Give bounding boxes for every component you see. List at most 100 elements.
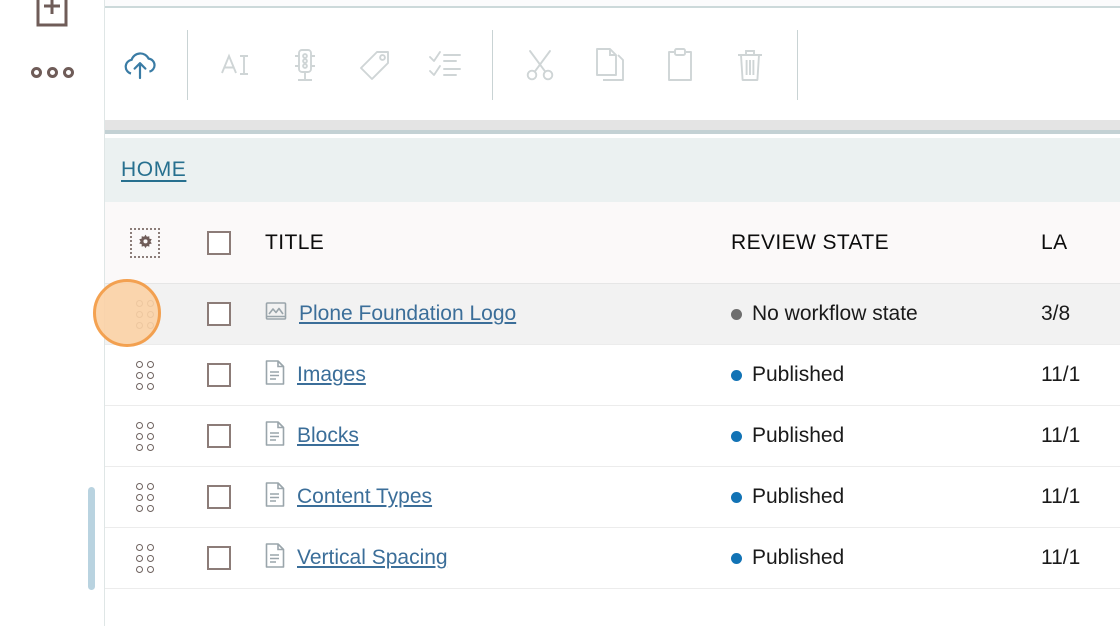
- column-header-title-cell: TITLE: [253, 231, 731, 255]
- row-last-modified: 11/1: [1041, 424, 1081, 447]
- select-all-cell: [185, 230, 253, 255]
- row-review-state: Published: [752, 424, 845, 447]
- toolbar-separator-2: [492, 30, 493, 100]
- toolbar-delete-button[interactable]: [715, 10, 785, 120]
- app-window: HOME TITLE REVIEW STATE LA Plone Foundat…: [0, 0, 1120, 626]
- drag-handle-icon: [136, 482, 154, 512]
- table-row[interactable]: Plone Foundation Logo No workflow state 3/…: [105, 284, 1120, 345]
- row-last-modified: 3/8: [1041, 302, 1071, 325]
- row-checkbox[interactable]: [207, 485, 231, 509]
- row-drag-handle[interactable]: [105, 360, 185, 390]
- row-review-state: Published: [752, 363, 845, 386]
- top-divider-strip: [105, 0, 1120, 8]
- status-badge-dot: [731, 430, 742, 442]
- row-checkbox[interactable]: [207, 302, 231, 326]
- copy-icon: [596, 48, 624, 81]
- traffic-light-icon: [295, 49, 315, 81]
- row-review-state-cell: Published: [731, 546, 1041, 570]
- status-badge-dot: [731, 552, 742, 564]
- table-bottom-area: [105, 593, 1120, 626]
- document-file-icon-wrap: [265, 421, 285, 451]
- row-checkbox[interactable]: [207, 546, 231, 570]
- column-settings-cell: [105, 227, 185, 258]
- table-body: Plone Foundation Logo No workflow state 3/…: [105, 284, 1120, 589]
- row-last-modified-cell: 11/1: [1041, 485, 1120, 509]
- trash-icon: [738, 50, 762, 81]
- row-title-cell: Images: [253, 360, 731, 390]
- action-toolbar: [105, 10, 1120, 120]
- table-row[interactable]: Images Published 11/1: [105, 345, 1120, 406]
- row-last-modified-cell: 11/1: [1041, 363, 1120, 387]
- row-title-link[interactable]: Content Types: [297, 485, 432, 509]
- select-all-checkbox[interactable]: [207, 230, 231, 255]
- upload-cloud-icon: [124, 52, 156, 80]
- more-horizontal-icon: [30, 66, 74, 78]
- row-review-state: Published: [752, 485, 845, 508]
- toolbar-paste-button[interactable]: [645, 10, 715, 120]
- scissors-icon: [526, 50, 554, 81]
- document-file-icon-wrap: [265, 360, 285, 390]
- vertical-scrollbar[interactable]: [88, 487, 95, 590]
- row-title-link[interactable]: Vertical Spacing: [297, 546, 448, 570]
- column-header-last-modified-cell: LA: [1041, 231, 1120, 255]
- tag-icon: [360, 51, 389, 80]
- drag-handle-icon: [136, 360, 154, 390]
- content-pane: HOME TITLE REVIEW STATE LA Plone Foundat…: [104, 0, 1120, 626]
- row-drag-handle[interactable]: [105, 482, 185, 512]
- toolbar-rename-button[interactable]: [200, 10, 270, 120]
- table-row[interactable]: Content Types Published 11/1: [105, 467, 1120, 528]
- table-settings-button[interactable]: [130, 227, 160, 258]
- column-header-last-modified: LA: [1041, 230, 1068, 254]
- content-table: TITLE REVIEW STATE LA Plone Foundation L…: [105, 202, 1120, 589]
- row-select-cell: [185, 546, 253, 570]
- add-new-item-button[interactable]: [26, 0, 78, 28]
- row-last-modified: 11/1: [1041, 363, 1081, 386]
- toolbar-copy-button[interactable]: [575, 10, 645, 120]
- table-row[interactable]: Vertical Spacing Published 11/1: [105, 528, 1120, 589]
- row-drag-handle[interactable]: [105, 543, 185, 573]
- toolbar-workflow-state-button[interactable]: [270, 10, 340, 120]
- checklist-icon: [429, 51, 461, 76]
- row-last-modified-cell: 3/8: [1041, 302, 1120, 326]
- toolbar-separator-1: [187, 30, 188, 100]
- row-title-link[interactable]: Blocks: [297, 424, 359, 448]
- rename-icon: [221, 53, 248, 75]
- row-review-state: No workflow state: [752, 302, 918, 325]
- row-title-cell: Content Types: [253, 482, 731, 512]
- document-file-icon: [265, 360, 285, 385]
- row-select-cell: [185, 363, 253, 387]
- row-title-cell: Blocks: [253, 421, 731, 451]
- row-drag-handle[interactable]: [105, 299, 185, 329]
- document-file-icon-wrap: [265, 543, 285, 573]
- row-select-cell: [185, 302, 253, 326]
- row-last-modified-cell: 11/1: [1041, 546, 1120, 570]
- toolbar-bottom-strip: [105, 120, 1120, 134]
- document-file-icon: [265, 543, 285, 568]
- table-row[interactable]: Blocks Published 11/1: [105, 406, 1120, 467]
- toolbar-properties-button[interactable]: [410, 10, 480, 120]
- row-review-state-cell: Published: [731, 424, 1041, 448]
- status-badge-dot: [731, 308, 742, 320]
- breadcrumb-item-home[interactable]: HOME: [121, 158, 186, 182]
- document-file-icon-wrap: [265, 482, 285, 512]
- toolbar-tags-button[interactable]: [340, 10, 410, 120]
- toolbar-cut-button[interactable]: [505, 10, 575, 120]
- row-title-link[interactable]: Images: [297, 363, 366, 387]
- row-title-link[interactable]: Plone Foundation Logo: [299, 302, 516, 326]
- row-checkbox[interactable]: [207, 363, 231, 387]
- document-file-icon: [265, 421, 285, 446]
- drag-handle-icon: [136, 543, 154, 573]
- image-file-icon-wrap: [265, 300, 287, 329]
- toolbar-upload-button[interactable]: [105, 10, 175, 120]
- row-title-cell: Vertical Spacing: [253, 543, 731, 573]
- row-checkbox[interactable]: [207, 424, 231, 448]
- column-header-review-state-cell: REVIEW STATE: [731, 231, 1041, 255]
- more-options-button[interactable]: [26, 50, 78, 94]
- column-header-review-state: REVIEW STATE: [731, 230, 890, 254]
- row-select-cell: [185, 485, 253, 509]
- row-drag-handle[interactable]: [105, 421, 185, 451]
- status-badge-dot: [731, 369, 742, 381]
- drag-handle-icon: [136, 299, 154, 329]
- document-file-icon: [265, 482, 285, 507]
- column-header-title: TITLE: [265, 230, 325, 254]
